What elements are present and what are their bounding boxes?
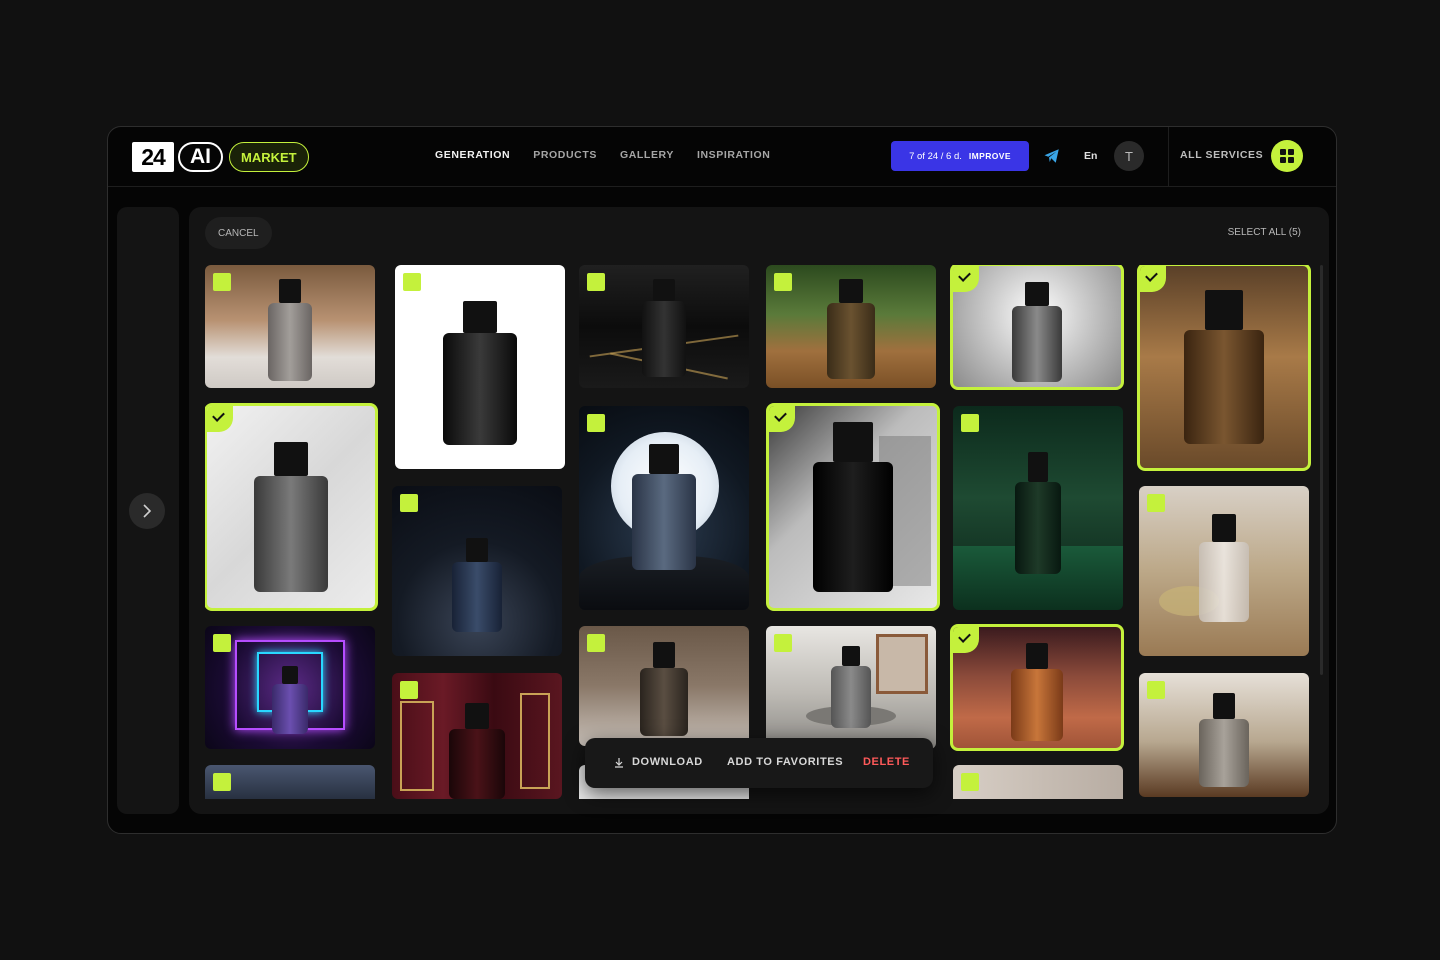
delete-button[interactable]: DELETE — [863, 756, 910, 768]
gallery-image[interactable] — [766, 265, 936, 388]
checkbox[interactable] — [587, 634, 605, 652]
checkbox[interactable] — [587, 273, 605, 291]
top-header: 24 AI MARKET GENERATION PRODUCTS GALLERY… — [108, 127, 1336, 187]
nav-generation[interactable]: GENERATION — [435, 149, 510, 161]
gallery-image[interactable] — [1137, 265, 1311, 471]
gallery-image[interactable] — [392, 486, 562, 656]
grid-icon[interactable] — [1271, 140, 1303, 172]
header-divider — [1168, 127, 1169, 187]
checkbox[interactable] — [403, 273, 421, 291]
all-services-link[interactable]: ALL SERVICES — [1180, 149, 1263, 161]
checkbox[interactable] — [774, 273, 792, 291]
avatar[interactable]: T — [1114, 141, 1144, 171]
checkbox[interactable] — [587, 414, 605, 432]
check-icon[interactable] — [953, 266, 979, 292]
checkbox[interactable] — [961, 773, 979, 791]
download-button[interactable]: DOWNLOAD — [614, 756, 703, 768]
gallery-image[interactable] — [205, 403, 378, 611]
app-window: 24 AI MARKET GENERATION PRODUCTS GALLERY… — [107, 126, 1337, 834]
checkbox[interactable] — [213, 634, 231, 652]
check-icon[interactable] — [953, 627, 979, 653]
side-panel — [117, 207, 179, 814]
scrollbar[interactable] — [1320, 265, 1323, 675]
gallery-image[interactable] — [953, 765, 1123, 799]
language-switch[interactable]: En — [1084, 150, 1097, 162]
gallery-image[interactable] — [950, 624, 1124, 751]
market-badge[interactable]: MARKET — [229, 142, 309, 172]
logo[interactable]: 24 AI MARKET — [132, 141, 309, 173]
checkbox[interactable] — [213, 273, 231, 291]
main-nav: GENERATION PRODUCTS GALLERY INSPIRATION — [435, 149, 770, 161]
checkbox[interactable] — [1147, 494, 1165, 512]
selection-action-bar: DOWNLOAD ADD TO FAVORITES DELETE — [585, 738, 933, 788]
telegram-icon[interactable] — [1043, 147, 1061, 165]
add-to-favorites-button[interactable]: ADD TO FAVORITES — [727, 756, 843, 768]
check-icon[interactable] — [1140, 266, 1166, 292]
checkbox[interactable] — [961, 414, 979, 432]
gallery-image[interactable] — [766, 626, 936, 749]
gallery-image[interactable] — [766, 403, 940, 611]
nav-products[interactable]: PRODUCTS — [533, 149, 597, 161]
chevron-right-icon[interactable] — [129, 493, 165, 529]
check-icon[interactable] — [769, 406, 795, 432]
improve-label: IMPROVE — [968, 151, 1011, 161]
gallery-image[interactable] — [205, 765, 375, 799]
quota-button[interactable]: 7 of 24 / 6 d. IMPROVE — [891, 141, 1029, 171]
gallery-image[interactable] — [392, 673, 562, 799]
download-icon — [615, 757, 623, 768]
check-icon[interactable] — [207, 406, 233, 432]
gallery-image[interactable] — [579, 406, 749, 610]
logo-24: 24 — [132, 142, 174, 172]
quota-text: 7 of 24 / 6 d. — [909, 150, 962, 162]
nav-inspiration[interactable]: INSPIRATION — [697, 149, 771, 161]
image-grid — [205, 265, 1315, 799]
gallery-image[interactable] — [579, 265, 749, 388]
gallery-image[interactable] — [205, 265, 375, 388]
gallery-image[interactable] — [1139, 673, 1309, 797]
select-all-button[interactable]: SELECT ALL (5) — [1228, 227, 1301, 238]
logo-ai: AI — [178, 142, 223, 172]
checkbox[interactable] — [1147, 681, 1165, 699]
checkbox[interactable] — [213, 773, 231, 791]
gallery-image[interactable] — [950, 265, 1124, 390]
gallery-panel: CANCEL SELECT ALL (5) — [189, 207, 1329, 814]
nav-gallery[interactable]: GALLERY — [620, 149, 674, 161]
cancel-button[interactable]: CANCEL — [205, 217, 272, 249]
gallery-image[interactable] — [395, 265, 565, 469]
gallery-image[interactable] — [953, 406, 1123, 610]
checkbox[interactable] — [400, 494, 418, 512]
gallery-image[interactable] — [1139, 486, 1309, 656]
checkbox[interactable] — [774, 634, 792, 652]
checkbox[interactable] — [400, 681, 418, 699]
gallery-image[interactable] — [579, 626, 749, 746]
download-label: DOWNLOAD — [632, 756, 703, 768]
gallery-image[interactable] — [205, 626, 375, 749]
